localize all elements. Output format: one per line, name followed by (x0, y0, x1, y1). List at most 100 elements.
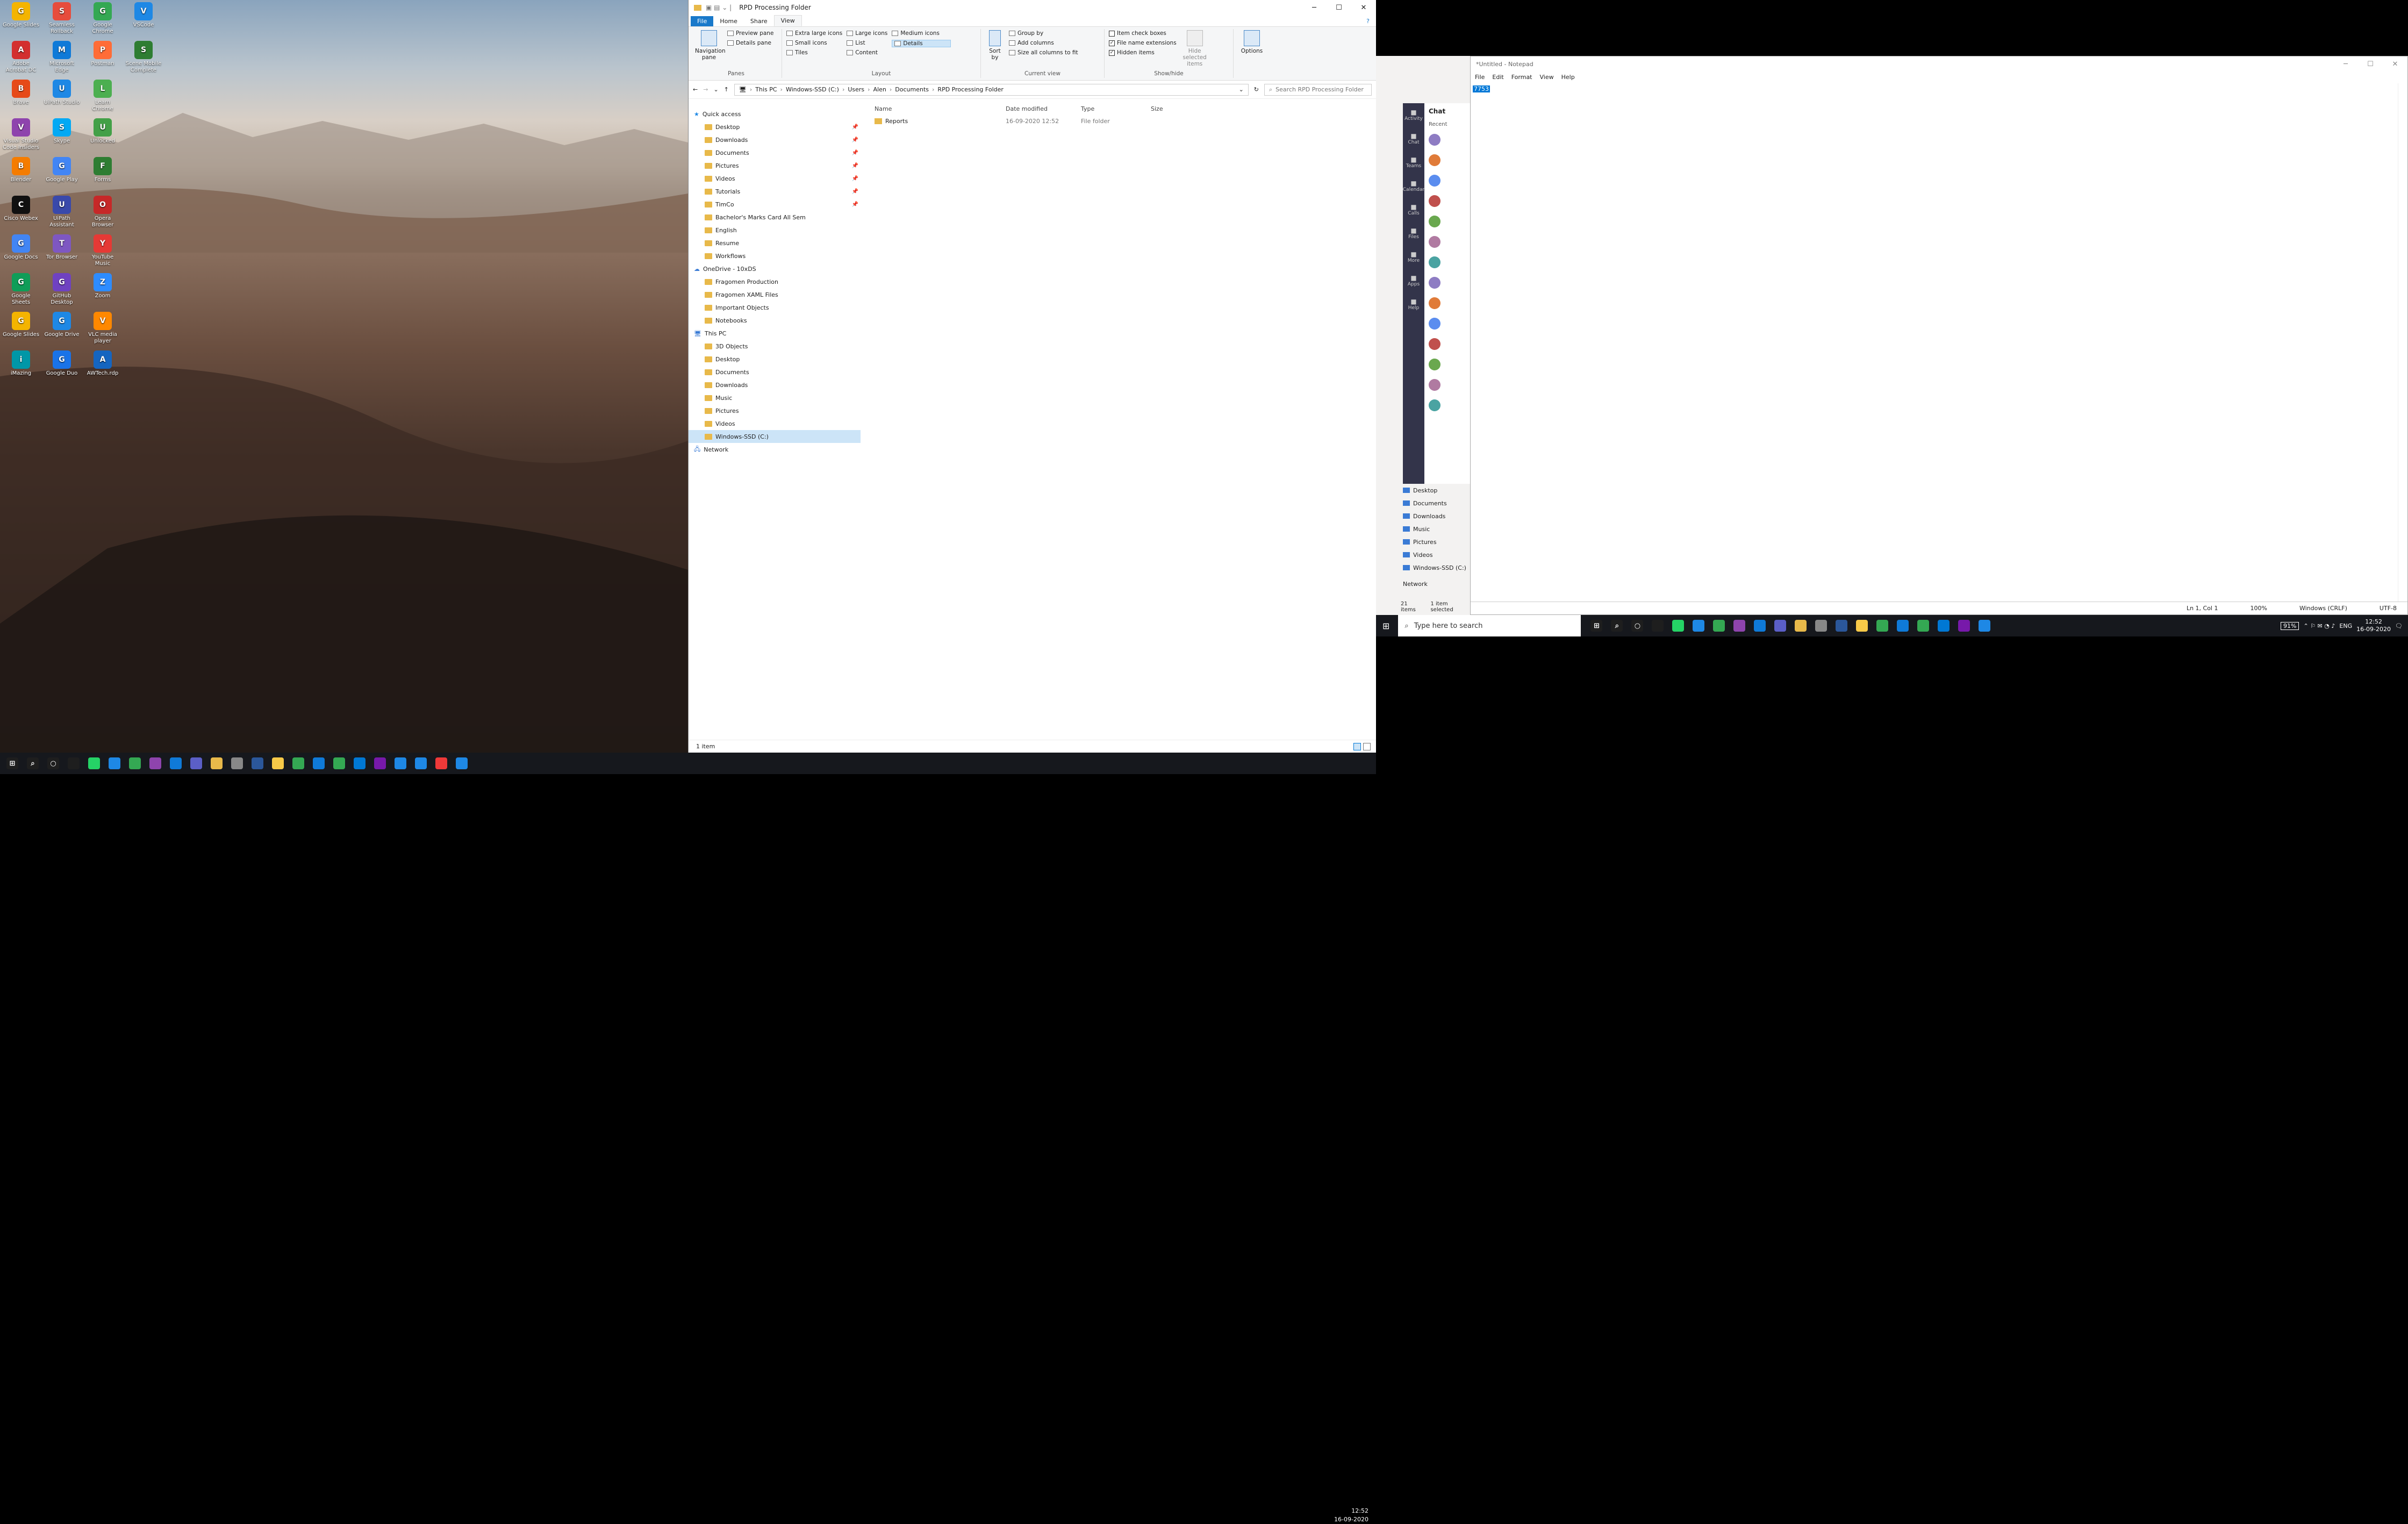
desktop-icon[interactable]: F Forms (84, 157, 121, 183)
teams-rail-activity[interactable]: ■ Activity (1403, 103, 1424, 127)
pin-icon[interactable]: 📌 (852, 189, 858, 195)
side-network[interactable]: Network (1398, 577, 1470, 590)
side-nav-item[interactable]: Desktop (1398, 484, 1470, 497)
details-pane-button[interactable]: Details pane (727, 40, 773, 46)
nav-item[interactable]: Desktop (689, 353, 861, 366)
chat-avatar[interactable] (1429, 134, 1440, 146)
desktop-icon[interactable]: Z Zoom (84, 273, 121, 299)
desktop-icon[interactable]: U UiPath Assistant (43, 196, 81, 228)
desktop-icon[interactable]: T Tor Browser (43, 234, 81, 261)
desktop-icon[interactable]: V Visual Studio Code Insiders (2, 118, 40, 151)
language[interactable]: ENG (2339, 623, 2352, 629)
help-icon[interactable]: ? (1360, 16, 1376, 26)
nav-item[interactable]: TimCo 📌 (689, 198, 861, 211)
uipath-icon[interactable] (1975, 617, 1994, 635)
nav-item[interactable]: 3D Objects (689, 340, 861, 353)
minimize-button[interactable]: ─ (1302, 0, 1327, 15)
side-nav-item[interactable]: Downloads (1398, 510, 1470, 523)
breadcrumb-arrow[interactable]: › (750, 86, 752, 93)
desktop-icon[interactable]: L Learn Chrome (84, 80, 121, 112)
taskview-icon[interactable] (64, 754, 83, 772)
breadcrumb-item[interactable]: Documents (895, 86, 929, 93)
refresh-icon[interactable]: ↻ (1254, 86, 1259, 93)
nav-item[interactable]: Downloads (689, 378, 861, 391)
teams-rail-apps[interactable]: ■ Apps (1403, 269, 1424, 292)
desktop-icon[interactable]: U UiPath Studio (43, 80, 81, 106)
menu-view[interactable]: View (1540, 74, 1554, 81)
nav-item[interactable]: Bachelor's Marks Card All Sem (689, 211, 861, 224)
layout-extra-large[interactable]: Extra large icons (786, 30, 842, 37)
desktop-icon[interactable]: B Brave (2, 80, 40, 106)
word-icon[interactable] (248, 754, 267, 772)
cortana-icon[interactable]: ○ (44, 754, 62, 772)
desktop-icon[interactable]: G Google Slides (2, 312, 40, 338)
desktop-icon[interactable]: A Adobe Acrobat DC (2, 41, 40, 74)
maximize-button[interactable]: ☐ (2358, 56, 2383, 71)
pin-icon[interactable]: 📌 (852, 150, 858, 156)
desktop-icon[interactable]: V VLC media player (84, 312, 121, 345)
item-check-boxes[interactable]: Item check boxes (1109, 30, 1177, 37)
back-icon[interactable]: ← (693, 86, 698, 93)
taskview-icon[interactable]: ⊞ (1587, 617, 1606, 635)
taskbar-clock[interactable]: 12:52 16-09-2020 (1334, 1507, 1368, 1524)
chrome-icon[interactable] (1649, 617, 1667, 635)
breadcrumb-arrow[interactable]: › (890, 86, 892, 93)
vscode-icon[interactable] (167, 754, 185, 772)
hide-selected-button[interactable]: Hide selected items (1181, 30, 1209, 77)
layout-content[interactable]: Content (847, 49, 887, 56)
column-name[interactable]: Name (866, 105, 1006, 112)
breadcrumb-item[interactable]: This PC (755, 86, 777, 93)
nav-item[interactable]: Desktop 📌 (689, 120, 861, 133)
chat-avatar[interactable] (1429, 297, 1440, 309)
tab-home[interactable]: Home (713, 16, 743, 26)
nav-item[interactable]: Notebooks (689, 314, 861, 327)
qat-icons[interactable]: ▣ ▤ ⌄ | (706, 4, 732, 11)
teams-icon[interactable] (187, 754, 205, 772)
sticky-icon[interactable] (269, 754, 287, 772)
teams-rail-help[interactable]: ■ Help (1403, 292, 1424, 316)
onenote-icon[interactable] (371, 754, 389, 772)
minimize-button[interactable]: ─ (2333, 56, 2358, 71)
search-box[interactable]: ⌕ Search RPD Processing Folder (1264, 83, 1372, 96)
tray-icons[interactable]: ⌃ ⚐ ✉ ◔ ♪ (2303, 623, 2335, 629)
nav-item[interactable]: Tutorials 📌 (689, 185, 861, 198)
layout-tiles[interactable]: Tiles (786, 49, 842, 56)
desktop-icon[interactable]: S Seamless Rollback (43, 2, 81, 35)
chat-avatar[interactable] (1429, 256, 1440, 268)
add-columns-button[interactable]: Add columns (1009, 40, 1078, 46)
pin-icon[interactable]: 📌 (852, 163, 858, 169)
chat-avatar[interactable] (1429, 236, 1440, 248)
desktop-icon[interactable]: G GitHub Desktop (43, 273, 81, 306)
edge-icon[interactable] (310, 754, 328, 772)
desktop-icon[interactable]: P Postman (84, 41, 121, 67)
app-icon[interactable] (228, 754, 246, 772)
nav-item[interactable]: Pictures (689, 404, 861, 417)
teams-icon[interactable] (1710, 617, 1728, 635)
nav-item[interactable]: ★ Quick access (689, 108, 861, 120)
edge-icon[interactable] (1832, 617, 1851, 635)
desktop-icon[interactable]: G Google Slides (2, 2, 40, 28)
pin-icon[interactable]: 📌 (852, 176, 858, 182)
breadcrumb-arrow[interactable]: › (842, 86, 844, 93)
teams-rail-files[interactable]: ■ Files (1403, 221, 1424, 245)
column-date[interactable]: Date modified (1006, 105, 1081, 112)
sticky-icon[interactable] (1791, 617, 1810, 635)
breadcrumb-item[interactable]: RPD Processing Folder (937, 86, 1003, 93)
close-button[interactable]: ✕ (2383, 56, 2407, 71)
nav-item[interactable]: Fragomen XAML Files (689, 288, 861, 301)
breadcrumb-item[interactable]: Windows-SSD (C:) (786, 86, 839, 93)
chrome-icon[interactable] (1853, 617, 1871, 635)
desktop-icon[interactable]: S Scene Mobile Complete (125, 41, 162, 74)
uipath-icon[interactable]: ○ (1628, 617, 1646, 635)
uipath-icon[interactable] (1934, 617, 1953, 635)
file-name-extensions[interactable]: ✓ File name extensions (1109, 40, 1177, 46)
uipath-icon[interactable] (412, 754, 430, 772)
nav-item[interactable]: Resume (689, 237, 861, 249)
onenote-icon[interactable] (1894, 617, 1912, 635)
desktop-icon[interactable]: G Google Chrome (84, 2, 121, 35)
nav-item[interactable]: 🖧 Network (689, 443, 861, 456)
chat-avatar[interactable] (1429, 399, 1440, 411)
notepad-editor[interactable]: 7753 (1471, 83, 2398, 602)
pin-icon[interactable]: 📌 (852, 202, 858, 208)
chat-avatar[interactable] (1429, 216, 1440, 227)
